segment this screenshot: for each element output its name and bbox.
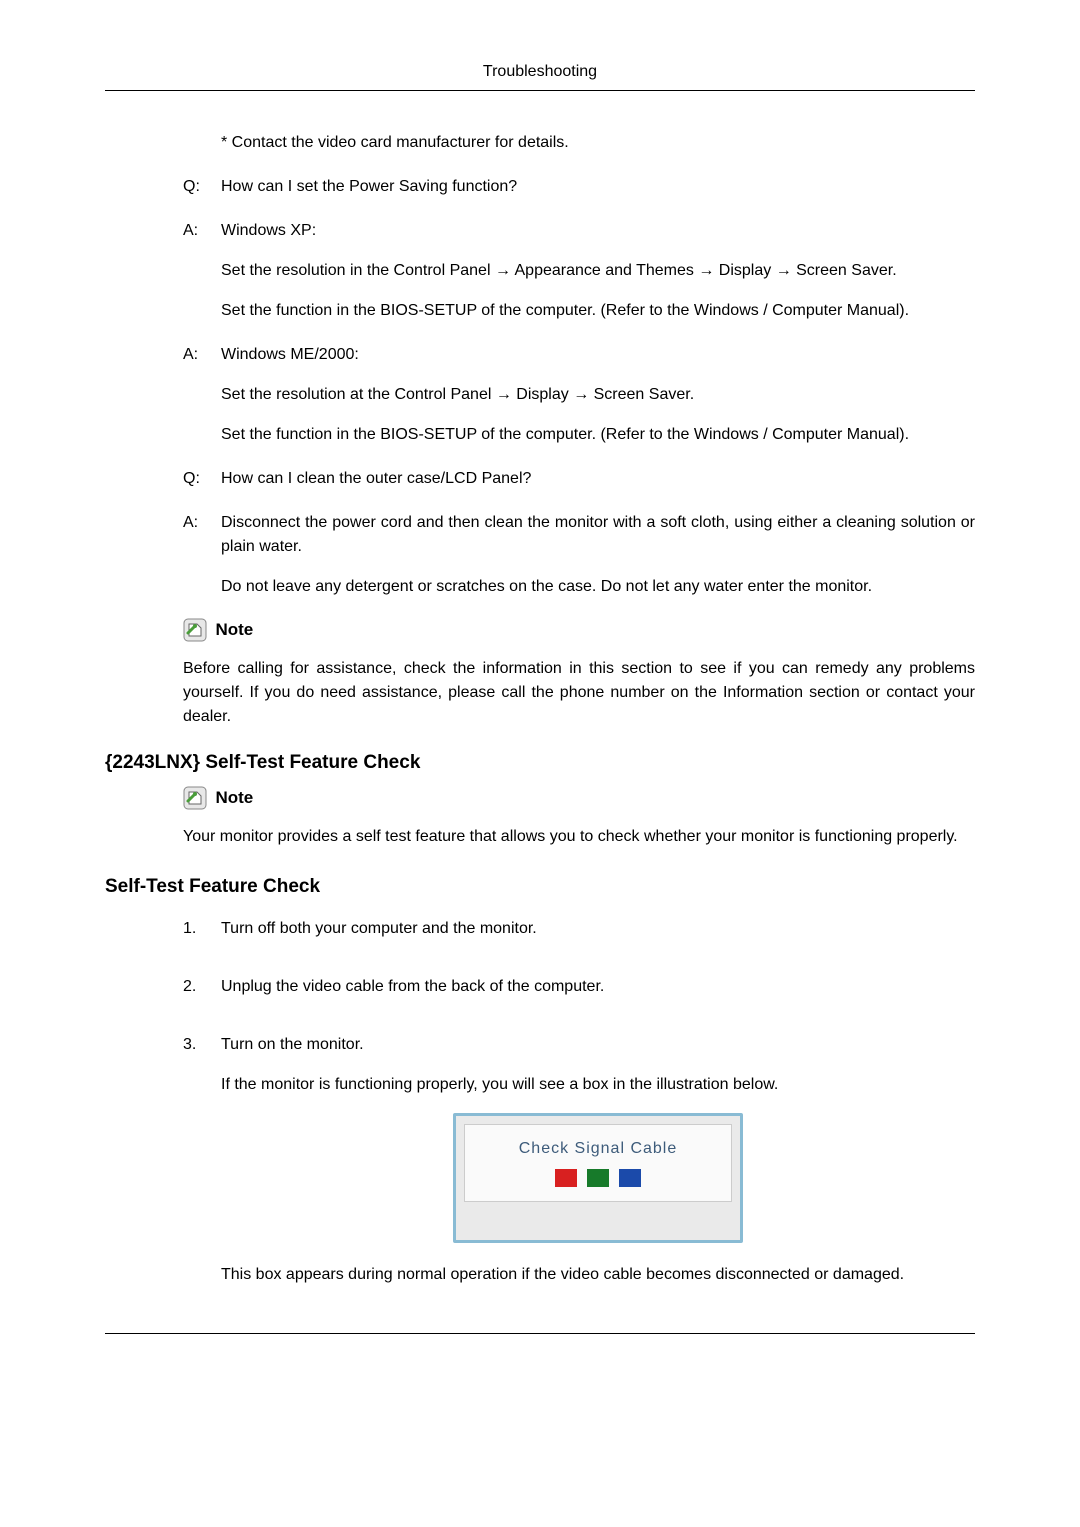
a-label: A: xyxy=(183,511,221,599)
list-number: 2. xyxy=(183,975,221,1015)
green-indicator xyxy=(587,1169,609,1187)
blue-indicator xyxy=(619,1169,641,1187)
note-section-2: Note Your monitor provides a self test f… xyxy=(105,785,975,849)
answer-para: Windows XP: xyxy=(221,219,975,243)
red-indicator xyxy=(555,1169,577,1187)
note-icon xyxy=(183,618,207,642)
page-header-title: Troubleshooting xyxy=(105,60,975,91)
note-section-1: Note Before calling for assistance, chec… xyxy=(105,617,975,729)
answer-para: Set the function in the BIOS-SETUP of th… xyxy=(221,423,975,447)
qa-question-clean: Q: How can I clean the outer case/LCD Pa… xyxy=(183,467,975,491)
contact-note: * Contact the video card manufacturer fo… xyxy=(183,131,975,155)
list-text: Unplug the video cable from the back of … xyxy=(221,975,975,1015)
qa-answer-clean: A: Disconnect the power cord and then cl… xyxy=(183,511,975,599)
note-label: Note xyxy=(215,620,253,639)
steps-list: 1. Turn off both your computer and the m… xyxy=(105,917,975,1303)
answer-para: Set the resolution at the Control Panel … xyxy=(221,383,975,407)
q-label: Q: xyxy=(183,467,221,491)
a-text: Disconnect the power cord and then clean… xyxy=(221,511,975,599)
list-number: 3. xyxy=(183,1033,221,1303)
list-text: Turn off both your computer and the moni… xyxy=(221,917,975,957)
step-para: Unplug the video cable from the back of … xyxy=(221,975,975,999)
q-label: Q: xyxy=(183,175,221,199)
a-label: A: xyxy=(183,343,221,447)
answer-para: Disconnect the power cord and then clean… xyxy=(221,511,975,559)
answer-para: Windows ME/2000: xyxy=(221,343,975,367)
footer-divider xyxy=(105,1333,975,1334)
monitor-screen: Check Signal Cable xyxy=(464,1124,732,1202)
note-label: Note xyxy=(215,788,253,807)
list-text: Turn on the monitor. If the monitor is f… xyxy=(221,1033,975,1303)
step-para: This box appears during normal operation… xyxy=(221,1263,975,1287)
qa-question-power-saving: Q: How can I set the Power Saving functi… xyxy=(183,175,975,199)
step-para: If the monitor is functioning properly, … xyxy=(221,1073,975,1097)
step-para: Turn on the monitor. xyxy=(221,1033,975,1057)
content-area: * Contact the video card manufacturer fo… xyxy=(105,131,975,599)
list-item: 2. Unplug the video cable from the back … xyxy=(183,975,975,1015)
color-indicator-row xyxy=(465,1169,731,1187)
a-label: A: xyxy=(183,219,221,323)
list-item: 3. Turn on the monitor. If the monitor i… xyxy=(183,1033,975,1303)
note-header: Note xyxy=(183,617,975,643)
check-signal-text: Check Signal Cable xyxy=(465,1137,731,1161)
note-text: Your monitor provides a self test featur… xyxy=(183,825,975,849)
qa-answer-winme: A: Windows ME/2000: Set the resolution a… xyxy=(183,343,975,447)
document-body: * Contact the video card manufacturer fo… xyxy=(105,131,975,1334)
list-item: 1. Turn off both your computer and the m… xyxy=(183,917,975,957)
answer-para: Set the resolution in the Control Panel … xyxy=(221,259,975,283)
qa-answer-winxp: A: Windows XP: Set the resolution in the… xyxy=(183,219,975,323)
a-text: Windows ME/2000: Set the resolution at t… xyxy=(221,343,975,447)
answer-para: Do not leave any detergent or scratches … xyxy=(221,575,975,599)
note-text: Before calling for assistance, check the… xyxy=(183,657,975,729)
answer-para: Set the function in the BIOS-SETUP of th… xyxy=(221,299,975,323)
a-text: Windows XP: Set the resolution in the Co… xyxy=(221,219,975,323)
q-text: How can I set the Power Saving function? xyxy=(221,175,975,199)
list-number: 1. xyxy=(183,917,221,957)
note-icon xyxy=(183,786,207,810)
monitor-illustration: Check Signal Cable xyxy=(453,1113,743,1243)
section-heading-self-test-model: {2243LNX} Self-Test Feature Check xyxy=(105,749,975,778)
section-heading-self-test: Self-Test Feature Check xyxy=(105,873,975,902)
note-header: Note xyxy=(183,785,975,811)
step-para: Turn off both your computer and the moni… xyxy=(221,917,975,941)
q-text: How can I clean the outer case/LCD Panel… xyxy=(221,467,975,491)
